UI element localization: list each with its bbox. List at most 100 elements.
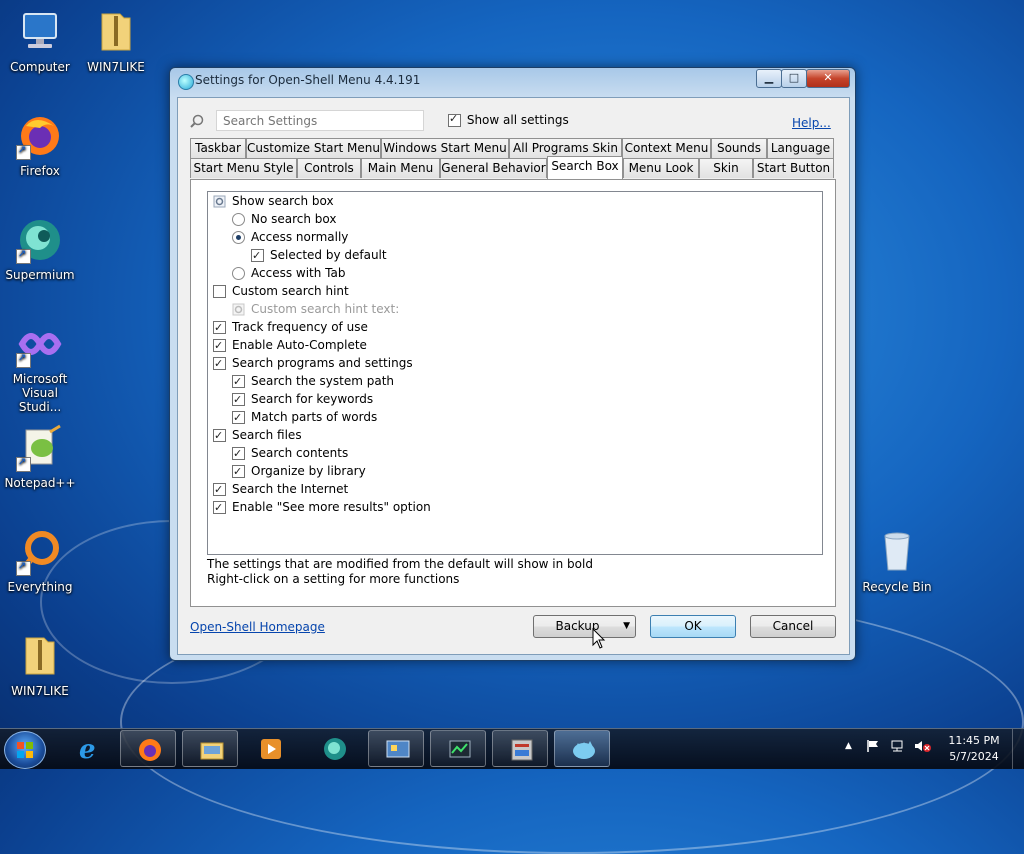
checkbox[interactable] (213, 499, 226, 517)
action-center-flag-icon[interactable] (866, 739, 880, 756)
taskbar-supermium[interactable] (306, 730, 362, 767)
tab-customize-start-menu[interactable]: Customize Start Menu (246, 138, 381, 158)
setting-no-search-box[interactable]: No search box (232, 210, 337, 228)
checkbox[interactable] (251, 247, 264, 265)
desktop-icon-visual-studio[interactable]: Microsoft Visual Studi... (0, 320, 80, 414)
taskbar-media-player[interactable] (242, 730, 298, 767)
desktop-icon-win7like-folder[interactable]: WIN7LIKE (76, 8, 156, 74)
tab-skin[interactable]: Skin (699, 158, 753, 178)
close-button[interactable]: ✕ (806, 69, 850, 88)
tab-menu-look[interactable]: Menu Look (623, 158, 699, 178)
svg-text:e: e (79, 736, 96, 762)
desktop-icon-notepadpp[interactable]: Notepad++ (0, 424, 80, 490)
setting-search-contents[interactable]: Search contents (232, 444, 348, 463)
supermium-icon (324, 738, 346, 760)
desktop-icon-everything[interactable]: Everything (0, 528, 80, 594)
setting-search-keywords[interactable]: Search for keywords (232, 390, 373, 409)
taskbar-control-panel[interactable] (368, 730, 424, 767)
setting-search-the-internet[interactable]: Search the Internet (213, 480, 348, 499)
title-bar[interactable]: Settings for Open-Shell Menu 4.4.191 ▁ □… (170, 68, 855, 94)
desktop-icon-label: Microsoft Visual Studi... (12, 372, 68, 414)
checkbox[interactable] (213, 355, 226, 373)
tab-context-menu[interactable]: Context Menu (622, 138, 711, 158)
show-desktop-button[interactable] (1012, 729, 1024, 769)
checkbox[interactable] (213, 481, 226, 499)
desktop-icon-computer[interactable]: Computer (0, 8, 80, 74)
checkbox[interactable] (232, 373, 245, 391)
system-tool-icon (511, 739, 533, 761)
tab-all-programs-skin[interactable]: All Programs Skin (509, 138, 622, 158)
show-all-settings-label: Show all settings (466, 113, 569, 127)
tab-windows-start-menu[interactable]: Windows Start Menu (381, 138, 509, 158)
taskbar-firefox[interactable] (120, 730, 176, 767)
network-icon[interactable] (890, 739, 906, 756)
desktop-icon-label: WIN7LIKE (11, 684, 69, 698)
firefox-icon (16, 112, 64, 160)
setting-access-normally[interactable]: Access normally (232, 228, 348, 246)
setting-enable-auto-complete[interactable]: Enable Auto-Complete (213, 336, 367, 355)
tab-controls[interactable]: Controls (297, 158, 361, 178)
checkbox[interactable] (232, 445, 245, 463)
taskbar-task-manager[interactable] (430, 730, 486, 767)
show-all-settings-checkbox[interactable]: Show all settings (448, 112, 569, 127)
checkbox[interactable] (213, 427, 226, 445)
setting-access-with-tab[interactable]: Access with Tab (232, 264, 345, 282)
taskbar: e ▲ 11:45 PM 5/7/2024 (0, 728, 1024, 769)
setting-see-more-results[interactable]: Enable "See more results" option (213, 498, 431, 517)
settings-client-area: Show all settings Help... Taskbar Custom… (177, 97, 850, 655)
desktop-icon-firefox[interactable]: Firefox (0, 112, 80, 178)
tab-start-menu-style[interactable]: Start Menu Style (190, 158, 297, 178)
tab-taskbar[interactable]: Taskbar (190, 138, 246, 158)
maximize-button[interactable]: □ (781, 69, 807, 88)
checkbox[interactable] (213, 319, 226, 337)
tab-general-behavior[interactable]: General Behavior (440, 158, 547, 178)
desktop-icon-recycle-bin[interactable]: Recycle Bin (857, 528, 937, 594)
start-button[interactable] (4, 731, 46, 769)
setting-search-files[interactable]: Search files (213, 426, 302, 445)
taskbar-system-app[interactable] (492, 730, 548, 767)
setting-custom-search-hint[interactable]: Custom search hint (213, 282, 349, 300)
tab-sounds[interactable]: Sounds (711, 138, 767, 158)
taskbar-file-explorer[interactable] (182, 730, 238, 767)
radio[interactable] (232, 213, 245, 226)
tab-language[interactable]: Language (767, 138, 834, 158)
checkbox[interactable] (232, 463, 245, 481)
ok-button[interactable]: OK (650, 615, 736, 638)
taskbar-internet-explorer[interactable]: e (60, 730, 116, 767)
cancel-button[interactable]: Cancel (750, 615, 836, 638)
volume-muted-icon[interactable] (914, 739, 932, 756)
checkbox[interactable] (232, 391, 245, 409)
recycle-bin-icon (873, 528, 921, 576)
taskbar-clock[interactable]: 11:45 PM 5/7/2024 (938, 733, 1010, 765)
checkbox[interactable] (448, 112, 461, 127)
setting-selected-by-default[interactable]: Selected by default (251, 246, 387, 265)
open-shell-homepage-link[interactable]: Open-Shell Homepage (190, 620, 325, 634)
setting-search-system-path[interactable]: Search the system path (232, 372, 394, 391)
help-link[interactable]: Help... (792, 116, 831, 130)
setting-organize-by-library[interactable]: Organize by library (232, 462, 366, 481)
desktop-icon-win7like-zip[interactable]: WIN7LIKE (0, 632, 80, 698)
radio[interactable] (232, 231, 245, 244)
tab-start-button[interactable]: Start Button (753, 158, 834, 178)
setting-show-search-box[interactable]: Show search box (213, 192, 334, 210)
window-title: Settings for Open-Shell Menu 4.4.191 (195, 73, 421, 87)
minimize-button[interactable]: ▁ (756, 69, 782, 88)
setting-custom-search-hint-text: Custom search hint text: (232, 300, 399, 318)
radio[interactable] (232, 267, 245, 280)
settings-window: Settings for Open-Shell Menu 4.4.191 ▁ □… (169, 67, 856, 661)
setting-match-parts-of-words[interactable]: Match parts of words (232, 408, 377, 427)
desktop-icon-supermium[interactable]: Supermium (0, 216, 80, 282)
tab-search-box[interactable]: Search Box (547, 156, 623, 179)
checkbox[interactable] (232, 409, 245, 427)
checkbox[interactable] (213, 337, 226, 355)
show-hidden-icons-icon[interactable]: ▲ (845, 741, 852, 751)
clock-time: 11:45 PM (948, 734, 1000, 747)
setting-track-frequency[interactable]: Track frequency of use (213, 318, 368, 337)
backup-button[interactable]: Backup ▼ (533, 615, 636, 638)
tab-main-menu[interactable]: Main Menu (361, 158, 440, 178)
checkbox[interactable] (213, 285, 226, 298)
search-input[interactable] (216, 110, 424, 131)
settings-tree[interactable]: Show search box No search box Access nor… (207, 191, 823, 555)
taskbar-open-shell-settings[interactable] (554, 730, 610, 767)
setting-search-programs[interactable]: Search programs and settings (213, 354, 413, 373)
